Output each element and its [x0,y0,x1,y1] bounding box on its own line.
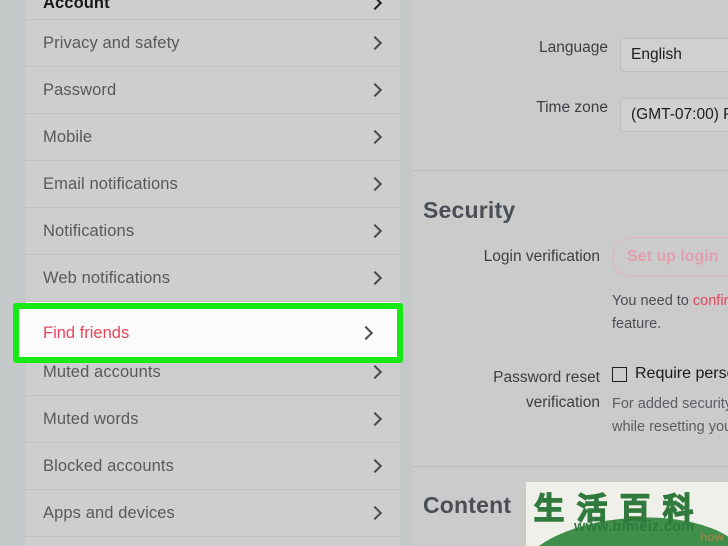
language-label: Language [539,39,608,56]
watermark-url: www.bimeiz.com [574,519,695,535]
chevron-right-icon [369,410,382,429]
section-divider [412,170,728,171]
chevron-right-icon [369,457,382,476]
chevron-right-icon [369,81,382,100]
language-select[interactable]: English [620,38,728,72]
chevron-right-icon [369,269,382,288]
set-up-login-verification-button[interactable]: Set up login [612,237,728,277]
sidebar-item-mobile[interactable]: Mobile [26,114,400,161]
sidebar-item-label: Muted accounts [43,362,161,381]
sidebar-item-account[interactable]: Account [26,0,400,20]
sidebar-item-label: Find friends [43,323,130,342]
sidebar-item-label: Notifications [43,221,135,240]
sidebar-item-label: Privacy and safety [43,33,180,52]
sidebar-item-label: Email notifications [43,174,178,193]
watermark-ghost-text: how [700,530,724,544]
password-reset-label: Password reset verification [430,365,600,415]
sidebar-item-label: Web notifications [43,268,171,287]
sidebar-item-notifications[interactable]: Notifications [26,208,400,255]
chevron-right-icon [369,0,382,13]
login-verification-label: Login verification [483,248,600,265]
login-verification-help-text: You need to confirm feature. [612,290,728,336]
sidebar-item-password[interactable]: Password [26,67,400,114]
chevron-right-icon [369,128,382,147]
sidebar-item-label: Password [43,80,117,99]
timezone-setting-row: Time zone (GMT-07:00) P [500,98,728,132]
timezone-label: Time zone [536,99,608,116]
sidebar-item-label: Blocked accounts [43,456,174,475]
password-reset-help-line1: For added security, [612,396,728,412]
sidebar-item-privacy-and-safety[interactable]: Privacy and safety [26,20,400,67]
chevron-right-icon [369,222,382,241]
section-title-security: Security [423,197,516,223]
require-personal-info-checkbox[interactable] [612,366,627,382]
settings-content-panel: Language English Time zone (GMT-07:00) P… [412,0,728,546]
section-title-content: Content [423,492,512,518]
sidebar-item-muted-words[interactable]: Muted words [26,396,400,443]
password-reset-help-text: For added security, while resetting you [612,393,728,439]
sidebar-item-label: Mobile [43,127,93,146]
language-setting-row: Language English [500,38,728,72]
confirm-link[interactable]: confirm [693,293,728,309]
sidebar-item-label: Apps and devices [43,503,175,522]
section-divider [412,466,728,467]
password-reset-help-line2: while resetting you [612,419,728,435]
chevron-right-icon [360,324,373,343]
sidebar-item-web-notifications[interactable]: Web notifications [26,255,400,302]
require-personal-info-checkbox-row[interactable]: Require perso [612,365,728,383]
screenshot-root: Account Privacy and safety Password Mobi… [0,0,728,546]
sidebar-item-find-friends-selected[interactable]: Find friends [19,309,397,357]
chevron-right-icon [369,175,382,194]
chevron-right-icon [369,363,382,382]
password-reset-label-line1: Password reset [493,369,600,386]
chevron-right-icon [369,34,382,53]
require-personal-info-label: Require perso [635,365,728,382]
sidebar-item-label: Muted words [43,409,139,428]
chevron-right-icon [369,504,382,523]
sidebar-item-apps-and-devices[interactable]: Apps and devices [26,490,400,537]
login-help-prefix: You need to [612,293,693,309]
site-watermark: 生活百科 www.bimeiz.com how [526,482,728,546]
settings-sidebar: Account Privacy and safety Password Mobi… [26,0,400,546]
sidebar-item-email-notifications[interactable]: Email notifications [26,161,400,208]
timezone-select[interactable]: (GMT-07:00) P [620,98,728,132]
sidebar-item-label: Account [43,0,110,12]
login-help-line2: feature. [612,316,662,332]
password-reset-label-line2: verification [525,394,600,411]
sidebar-item-blocked-accounts[interactable]: Blocked accounts [26,443,400,490]
